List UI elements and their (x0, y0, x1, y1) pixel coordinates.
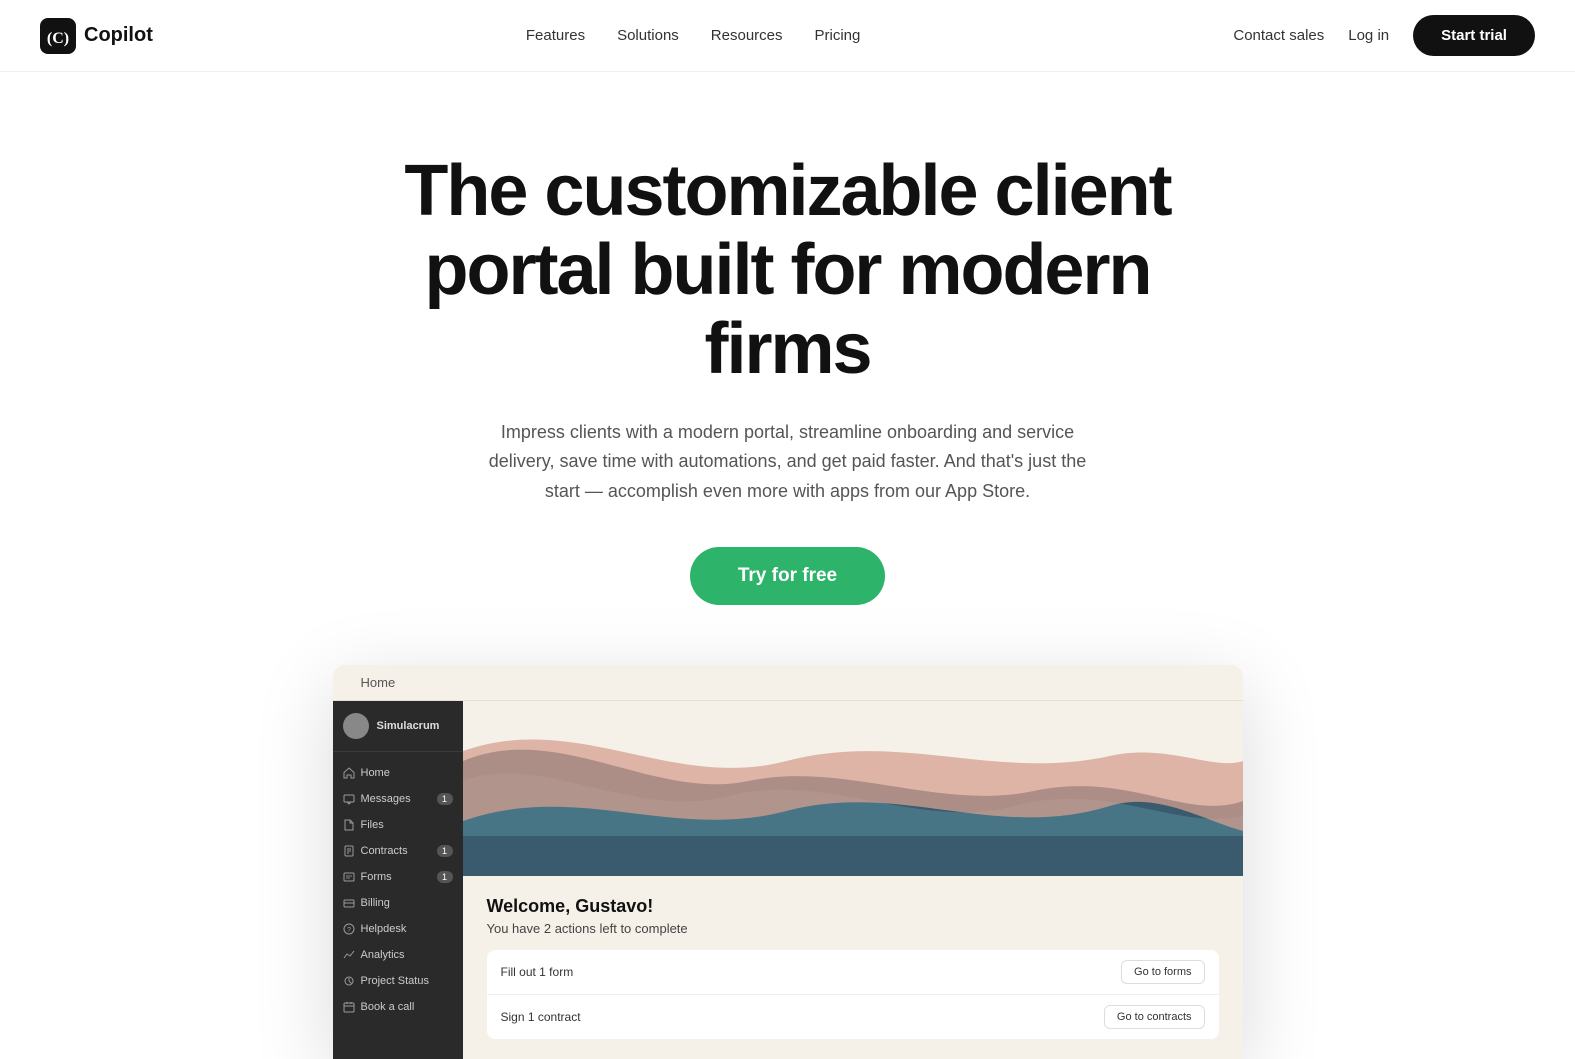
hero-heading: The customizable client portal built for… (358, 152, 1218, 390)
preview-window: Home Simulacrum Home (333, 665, 1243, 1059)
sidebar-label-forms: Forms (361, 871, 392, 883)
sidebar-company-name: Simulacrum (377, 720, 440, 732)
try-free-button[interactable]: Try for free (690, 547, 885, 605)
sidebar-label-files: Files (361, 819, 384, 831)
sidebar-item-messages[interactable]: Messages 1 (333, 786, 463, 812)
hero-section: The customizable client portal built for… (338, 72, 1238, 665)
window-tab-home: Home (361, 675, 396, 690)
sidebar-item-helpdesk[interactable]: ? Helpdesk (333, 916, 463, 942)
nav-pricing[interactable]: Pricing (815, 27, 861, 44)
svg-text:(C): (C) (47, 30, 69, 47)
sidebar: Simulacrum Home Messages (333, 701, 463, 1059)
form-icon (343, 871, 355, 883)
sidebar-item-project-status[interactable]: Project Status (333, 968, 463, 994)
action-label-contract: Sign 1 contract (501, 1010, 581, 1024)
billing-icon (343, 897, 355, 909)
calendar-icon (343, 1001, 355, 1013)
sidebar-label-billing: Billing (361, 897, 390, 909)
message-icon (343, 793, 355, 805)
go-to-contracts-button[interactable]: Go to contracts (1104, 1005, 1205, 1029)
sidebar-label-messages: Messages (361, 793, 411, 805)
navbar: (C) Copilot Features Solutions Resources… (0, 0, 1575, 72)
sidebar-item-analytics[interactable]: Analytics (333, 942, 463, 968)
project-icon (343, 975, 355, 987)
wave-area (463, 701, 1243, 876)
sidebar-header: Simulacrum (333, 701, 463, 752)
sidebar-label-book-call: Book a call (361, 1001, 415, 1013)
home-icon (343, 767, 355, 779)
nav-right: Contact sales Log in Start trial (1233, 15, 1535, 56)
sidebar-label-helpdesk: Helpdesk (361, 923, 407, 935)
welcome-subtitle: You have 2 actions left to complete (487, 921, 1219, 936)
go-to-forms-button[interactable]: Go to forms (1121, 960, 1204, 984)
messages-badge: 1 (437, 793, 453, 805)
preview-wrapper: Home Simulacrum Home (313, 665, 1263, 1059)
nav-solutions[interactable]: Solutions (617, 27, 679, 44)
logo-link[interactable]: (C) Copilot (40, 18, 153, 54)
sidebar-label-analytics: Analytics (361, 949, 405, 961)
sidebar-nav: Home Messages 1 (333, 752, 463, 1059)
wave-svg (463, 701, 1243, 876)
logo-text: Copilot (84, 24, 153, 47)
sidebar-label-home: Home (361, 767, 390, 779)
svg-text:?: ? (347, 927, 351, 934)
action-row-contract: Sign 1 contract Go to contracts (487, 995, 1219, 1039)
window-bar: Home (333, 665, 1243, 701)
forms-badge: 1 (437, 871, 453, 883)
action-row-form: Fill out 1 form Go to forms (487, 950, 1219, 995)
welcome-area: Welcome, Gustavo! You have 2 actions lef… (463, 876, 1243, 1059)
nav-links: Features Solutions Resources Pricing (526, 27, 860, 45)
avatar (343, 713, 369, 739)
sidebar-item-contracts[interactable]: Contracts 1 (333, 838, 463, 864)
contract-icon (343, 845, 355, 857)
portal-layout: Simulacrum Home Messages (333, 701, 1243, 1059)
action-card: Fill out 1 form Go to forms Sign 1 contr… (487, 950, 1219, 1039)
helpdesk-icon: ? (343, 923, 355, 935)
contracts-badge: 1 (437, 845, 453, 857)
logo-icon: (C) (40, 18, 76, 54)
sidebar-label-contracts: Contracts (361, 845, 408, 857)
sidebar-item-forms[interactable]: Forms 1 (333, 864, 463, 890)
login-link[interactable]: Log in (1348, 27, 1389, 44)
sidebar-label-project-status: Project Status (361, 975, 429, 987)
start-trial-button[interactable]: Start trial (1413, 15, 1535, 56)
hero-subtext: Impress clients with a modern portal, st… (478, 418, 1098, 507)
sidebar-item-billing[interactable]: Billing (333, 890, 463, 916)
nav-resources[interactable]: Resources (711, 27, 783, 44)
sidebar-item-files[interactable]: Files (333, 812, 463, 838)
action-label-form: Fill out 1 form (501, 965, 574, 979)
file-icon (343, 819, 355, 831)
portal-content: Welcome, Gustavo! You have 2 actions lef… (463, 701, 1243, 1059)
sidebar-item-home[interactable]: Home (333, 760, 463, 786)
sidebar-item-book-call[interactable]: Book a call (333, 994, 463, 1020)
welcome-title: Welcome, Gustavo! (487, 896, 1219, 917)
contact-sales-link[interactable]: Contact sales (1233, 27, 1324, 44)
analytics-icon (343, 949, 355, 961)
nav-features[interactable]: Features (526, 27, 585, 44)
